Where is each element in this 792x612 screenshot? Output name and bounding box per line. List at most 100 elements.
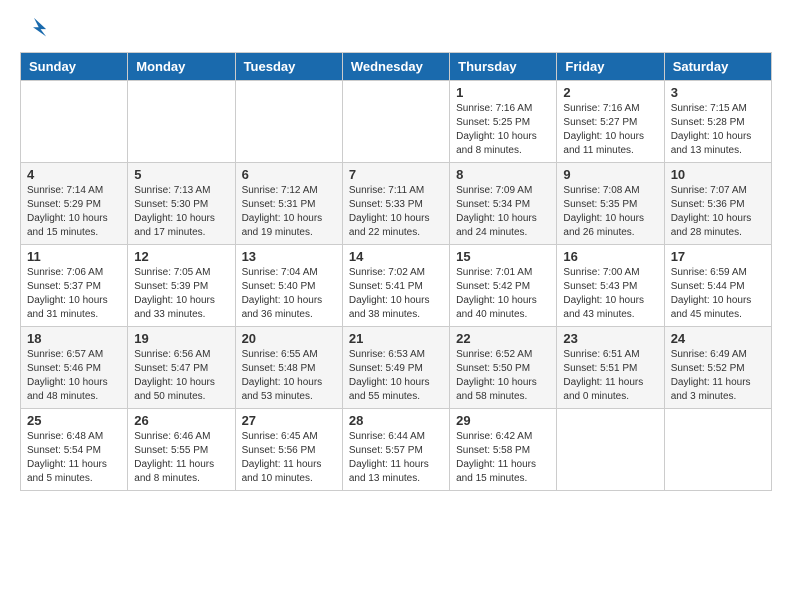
- calendar-cell: 20Sunrise: 6:55 AM Sunset: 5:48 PM Dayli…: [235, 327, 342, 409]
- day-info: Sunrise: 6:49 AM Sunset: 5:52 PM Dayligh…: [671, 348, 765, 404]
- day-number: 26: [134, 413, 228, 428]
- calendar-cell: 25 Sunrise: 6:48 AM Sunset: 5:54 PM Dayli…: [21, 409, 128, 491]
- day-info: Sunrise: 7:05 AM Sunset: 5:39 PM Dayligh…: [134, 266, 228, 322]
- day-of-week-header: Tuesday: [235, 53, 342, 81]
- day-info: Sunrise: 6:59 AM Sunset: 5:44 PM Dayligh…: [671, 266, 765, 322]
- day-number: 20: [242, 331, 336, 346]
- calendar-cell: 7 Sunrise: 7:11 AM Sunset: 5:33 PM Daylig…: [342, 163, 449, 245]
- day-number: 7: [349, 167, 443, 182]
- day-number: 8: [456, 167, 550, 182]
- calendar-table: SundayMondayTuesdayWednesdayThursdayFrid…: [20, 52, 772, 491]
- day-info: Sunrise: 7:07 AM Sunset: 5:36 PM Dayligh…: [671, 184, 765, 240]
- calendar-cell: 11 Sunrise: 7:06 AM Sunset: 5:37 PM Dayli…: [21, 245, 128, 327]
- day-info: Sunrise: 7:06 AM Sunset: 5:37 PM Dayligh…: [27, 266, 121, 322]
- day-number: 1: [456, 85, 550, 100]
- day-number: 14: [349, 249, 443, 264]
- day-number: 13: [242, 249, 336, 264]
- calendar-cell: 18 Sunrise: 6:57 AM Sunset: 5:46 PM Dayli…: [21, 327, 128, 409]
- day-info: Sunrise: 7:13 AM Sunset: 5:30 PM Dayligh…: [134, 184, 228, 240]
- day-number: 25: [27, 413, 121, 428]
- calendar-cell: 17 Sunrise: 6:59 AM Sunset: 5:44 PM Dayli…: [664, 245, 771, 327]
- calendar-week-row: 11 Sunrise: 7:06 AM Sunset: 5:37 PM Dayli…: [21, 245, 772, 327]
- day-of-week-header: Sunday: [21, 53, 128, 81]
- calendar-cell: 3Sunrise: 7:15 AM Sunset: 5:28 PM Daylig…: [664, 81, 771, 163]
- day-number: 19: [134, 331, 228, 346]
- calendar-cell: 19 Sunrise: 6:56 AM Sunset: 5:47 PM Dayli…: [128, 327, 235, 409]
- calendar-cell: [664, 409, 771, 491]
- day-number: 9: [563, 167, 657, 182]
- day-number: 23: [563, 331, 657, 346]
- day-number: 22: [456, 331, 550, 346]
- calendar-cell: 1Sunrise: 7:16 AM Sunset: 5:25 PM Daylig…: [450, 81, 557, 163]
- day-number: 27: [242, 413, 336, 428]
- calendar-cell: 6 Sunrise: 7:12 AM Sunset: 5:31 PM Daylig…: [235, 163, 342, 245]
- calendar-cell: [342, 81, 449, 163]
- day-info: Sunrise: 6:51 AM Sunset: 5:51 PM Dayligh…: [563, 348, 657, 404]
- calendar-cell: 22 Sunrise: 6:52 AM Sunset: 5:50 PM Dayli…: [450, 327, 557, 409]
- calendar-cell: 2 Sunrise: 7:16 AM Sunset: 5:27 PM Daylig…: [557, 81, 664, 163]
- day-info: Sunrise: 7:08 AM Sunset: 5:35 PM Dayligh…: [563, 184, 657, 240]
- day-number: 28: [349, 413, 443, 428]
- day-number: 3: [671, 85, 765, 100]
- day-info: Sunrise: 7:14 AM Sunset: 5:29 PM Dayligh…: [27, 184, 121, 240]
- calendar-week-row: 18 Sunrise: 6:57 AM Sunset: 5:46 PM Dayli…: [21, 327, 772, 409]
- calendar-cell: 21Sunrise: 6:53 AM Sunset: 5:49 PM Dayli…: [342, 327, 449, 409]
- calendar-cell: 10 Sunrise: 7:07 AM Sunset: 5:36 PM Dayli…: [664, 163, 771, 245]
- calendar-cell: 15Sunrise: 7:01 AM Sunset: 5:42 PM Dayli…: [450, 245, 557, 327]
- day-number: 16: [563, 249, 657, 264]
- day-number: 11: [27, 249, 121, 264]
- day-info: Sunrise: 7:00 AM Sunset: 5:43 PM Dayligh…: [563, 266, 657, 322]
- day-number: 12: [134, 249, 228, 264]
- calendar-cell: 28 Sunrise: 6:44 AM Sunset: 5:57 PM Dayli…: [342, 409, 449, 491]
- day-info: Sunrise: 6:57 AM Sunset: 5:46 PM Dayligh…: [27, 348, 121, 404]
- day-of-week-header: Thursday: [450, 53, 557, 81]
- day-of-week-header: Friday: [557, 53, 664, 81]
- logo: [20, 16, 52, 44]
- day-info: Sunrise: 7:11 AM Sunset: 5:33 PM Dayligh…: [349, 184, 443, 240]
- day-number: 17: [671, 249, 765, 264]
- day-info: Sunrise: 6:52 AM Sunset: 5:50 PM Dayligh…: [456, 348, 550, 404]
- calendar-body: 1Sunrise: 7:16 AM Sunset: 5:25 PM Daylig…: [21, 81, 772, 491]
- calendar-cell: 9 Sunrise: 7:08 AM Sunset: 5:35 PM Daylig…: [557, 163, 664, 245]
- calendar-cell: [128, 81, 235, 163]
- calendar-cell: 5Sunrise: 7:13 AM Sunset: 5:30 PM Daylig…: [128, 163, 235, 245]
- calendar-cell: 26 Sunrise: 6:46 AM Sunset: 5:55 PM Dayli…: [128, 409, 235, 491]
- day-of-week-header: Saturday: [664, 53, 771, 81]
- logo-icon: [20, 16, 48, 44]
- calendar-header: SundayMondayTuesdayWednesdayThursdayFrid…: [21, 53, 772, 81]
- calendar-cell: 8 Sunrise: 7:09 AM Sunset: 5:34 PM Daylig…: [450, 163, 557, 245]
- day-info: Sunrise: 7:01 AM Sunset: 5:42 PM Dayligh…: [456, 266, 550, 322]
- calendar-cell: 4 Sunrise: 7:14 AM Sunset: 5:29 PM Daylig…: [21, 163, 128, 245]
- calendar-cell: 24Sunrise: 6:49 AM Sunset: 5:52 PM Dayli…: [664, 327, 771, 409]
- day-number: 10: [671, 167, 765, 182]
- day-info: Sunrise: 6:53 AM Sunset: 5:49 PM Dayligh…: [349, 348, 443, 404]
- day-info: Sunrise: 6:46 AM Sunset: 5:55 PM Dayligh…: [134, 430, 228, 486]
- day-number: 2: [563, 85, 657, 100]
- day-number: 18: [27, 331, 121, 346]
- day-of-week-header: Wednesday: [342, 53, 449, 81]
- day-info: Sunrise: 7:09 AM Sunset: 5:34 PM Dayligh…: [456, 184, 550, 240]
- day-info: Sunrise: 6:44 AM Sunset: 5:57 PM Dayligh…: [349, 430, 443, 486]
- calendar-cell: [21, 81, 128, 163]
- day-of-week-header: Monday: [128, 53, 235, 81]
- calendar-cell: 16 Sunrise: 7:00 AM Sunset: 5:43 PM Dayli…: [557, 245, 664, 327]
- calendar-cell: 29 Sunrise: 6:42 AM Sunset: 5:58 PM Dayli…: [450, 409, 557, 491]
- calendar-cell: 13 Sunrise: 7:04 AM Sunset: 5:40 PM Dayli…: [235, 245, 342, 327]
- calendar-cell: 23 Sunrise: 6:51 AM Sunset: 5:51 PM Dayli…: [557, 327, 664, 409]
- day-info: Sunrise: 6:56 AM Sunset: 5:47 PM Dayligh…: [134, 348, 228, 404]
- day-info: Sunrise: 6:42 AM Sunset: 5:58 PM Dayligh…: [456, 430, 550, 486]
- day-info: Sunrise: 6:45 AM Sunset: 5:56 PM Dayligh…: [242, 430, 336, 486]
- day-info: Sunrise: 7:16 AM Sunset: 5:27 PM Dayligh…: [563, 102, 657, 158]
- day-info: Sunrise: 7:04 AM Sunset: 5:40 PM Dayligh…: [242, 266, 336, 322]
- day-number: 4: [27, 167, 121, 182]
- calendar-cell: 14 Sunrise: 7:02 AM Sunset: 5:41 PM Dayli…: [342, 245, 449, 327]
- day-number: 29: [456, 413, 550, 428]
- calendar-cell: 12 Sunrise: 7:05 AM Sunset: 5:39 PM Dayli…: [128, 245, 235, 327]
- calendar-cell: [235, 81, 342, 163]
- day-info: Sunrise: 7:02 AM Sunset: 5:41 PM Dayligh…: [349, 266, 443, 322]
- day-info: Sunrise: 6:48 AM Sunset: 5:54 PM Dayligh…: [27, 430, 121, 486]
- calendar-week-row: 25 Sunrise: 6:48 AM Sunset: 5:54 PM Dayli…: [21, 409, 772, 491]
- calendar-week-row: 1Sunrise: 7:16 AM Sunset: 5:25 PM Daylig…: [21, 81, 772, 163]
- day-number: 6: [242, 167, 336, 182]
- day-info: Sunrise: 7:12 AM Sunset: 5:31 PM Dayligh…: [242, 184, 336, 240]
